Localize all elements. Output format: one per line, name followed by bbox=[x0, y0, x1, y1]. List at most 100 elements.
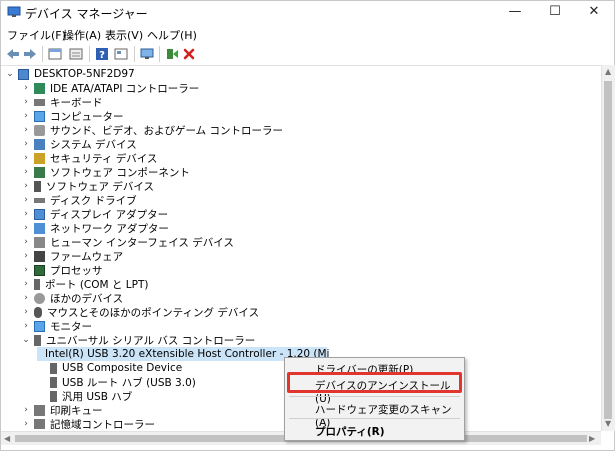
minimize-button[interactable]: — bbox=[495, 1, 535, 25]
vertical-scrollbar[interactable]: ▲ ▼ bbox=[601, 65, 615, 431]
forward-icon[interactable] bbox=[22, 46, 38, 62]
usb-device-row[interactable]: USB Composite Device bbox=[37, 361, 182, 375]
category-label: 印刷キュー bbox=[50, 404, 103, 417]
uninstall-icon[interactable] bbox=[181, 46, 197, 62]
chevron-right-icon[interactable]: › bbox=[21, 403, 31, 417]
category-label: ユニバーサル シリアル バス コントローラー bbox=[46, 334, 256, 347]
tree-category[interactable]: › ソフトウェア コンポーネント bbox=[21, 165, 190, 179]
device-label: 汎用 USB ハブ bbox=[62, 390, 133, 403]
scroll-left-icon[interactable]: ◀ bbox=[4, 434, 10, 443]
computer-icon bbox=[18, 68, 29, 80]
hid-icon bbox=[34, 236, 45, 248]
category-label: システム デバイス bbox=[50, 138, 137, 151]
svg-text:?: ? bbox=[99, 50, 105, 61]
close-button[interactable]: ✕ bbox=[574, 1, 614, 25]
chevron-down-icon[interactable]: ⌄ bbox=[5, 67, 15, 81]
chevron-right-icon[interactable]: › bbox=[21, 193, 31, 207]
system-device-icon bbox=[34, 138, 45, 150]
category-label: コンピューター bbox=[50, 110, 124, 123]
tree-category[interactable]: › サウンド、ビデオ、およびゲーム コントローラー bbox=[21, 123, 283, 137]
monitor-icon[interactable] bbox=[139, 46, 155, 62]
chevron-down-icon[interactable]: ⌄ bbox=[21, 333, 31, 347]
mouse-icon bbox=[34, 306, 42, 318]
software-device-icon bbox=[34, 180, 41, 192]
usb-device-row[interactable]: USB ルート ハブ (USB 3.0) bbox=[37, 375, 196, 389]
scroll-right-icon[interactable]: ▶ bbox=[589, 434, 595, 443]
chevron-right-icon[interactable]: › bbox=[21, 235, 31, 249]
tree-category[interactable]: › ヒューマン インターフェイス デバイス bbox=[21, 235, 234, 249]
back-icon[interactable] bbox=[5, 46, 21, 62]
menu-view[interactable]: 表示(V) bbox=[105, 27, 143, 43]
tree-category[interactable]: › ディスプレイ アダプター bbox=[21, 207, 168, 221]
category-label: ほかのデバイス bbox=[50, 292, 124, 305]
keyboard-icon bbox=[34, 98, 45, 106]
chevron-right-icon[interactable]: › bbox=[21, 151, 31, 165]
chevron-right-icon[interactable]: › bbox=[21, 81, 31, 95]
usb-icon bbox=[50, 362, 57, 374]
usb-device-row[interactable]: 汎用 USB ハブ bbox=[37, 389, 132, 403]
tree-category[interactable]: › セキュリティ デバイス bbox=[21, 151, 157, 165]
chevron-right-icon[interactable]: › bbox=[21, 165, 31, 179]
network-adapter-icon bbox=[34, 222, 45, 234]
tree-category[interactable]: › ファームウェア bbox=[21, 249, 123, 263]
chevron-right-icon[interactable]: › bbox=[21, 95, 31, 109]
root-label: DESKTOP-5NF2D97 bbox=[34, 68, 135, 80]
view-icon[interactable] bbox=[113, 46, 129, 62]
maximize-button[interactable]: ☐ bbox=[535, 1, 575, 25]
chevron-right-icon[interactable]: › bbox=[21, 263, 31, 277]
window-title: デバイス マネージャー bbox=[25, 7, 148, 21]
properties-icon[interactable] bbox=[47, 46, 63, 62]
vertical-scroll-thumb[interactable] bbox=[604, 81, 612, 419]
tree-root[interactable]: ⌄ DESKTOP-5NF2D97 bbox=[5, 67, 135, 81]
menu-file[interactable]: ファイル(F) bbox=[7, 27, 66, 43]
category-label: IDE ATA/ATAPI コントローラー bbox=[50, 82, 200, 95]
tree-category[interactable]: › ディスク ドライブ bbox=[21, 193, 136, 207]
chevron-right-icon[interactable]: › bbox=[21, 305, 31, 319]
category-label: ディスプレイ アダプター bbox=[50, 208, 169, 221]
menu-action[interactable]: 操作(A) bbox=[63, 27, 101, 43]
tree-category[interactable]: › ソフトウェア デバイス bbox=[21, 179, 154, 193]
toolbar-separator bbox=[42, 46, 43, 62]
tree-category[interactable]: › マウスとそのほかのポインティング デバイス bbox=[21, 305, 259, 319]
tree-category[interactable]: › モニター bbox=[21, 319, 92, 333]
port-icon bbox=[34, 278, 40, 290]
highlight-box bbox=[287, 372, 462, 393]
scroll-down-icon[interactable]: ▼ bbox=[605, 419, 611, 428]
chevron-right-icon[interactable]: › bbox=[21, 319, 31, 333]
category-label: モニター bbox=[50, 320, 92, 333]
tree-category[interactable]: › ポート (COM と LPT) bbox=[21, 277, 148, 291]
security-device-icon bbox=[34, 152, 45, 164]
chevron-right-icon[interactable]: › bbox=[21, 277, 31, 291]
tree-category[interactable]: › 印刷キュー bbox=[21, 403, 103, 417]
chevron-right-icon[interactable]: › bbox=[21, 249, 31, 263]
properties-menu-item[interactable]: プロパティ(R) bbox=[315, 424, 385, 439]
tree-category[interactable]: › IDE ATA/ATAPI コントローラー bbox=[21, 81, 199, 95]
update-driver-icon[interactable] bbox=[164, 46, 180, 62]
tree-category[interactable]: › ネットワーク アダプター bbox=[21, 221, 169, 235]
help-icon[interactable]: ? bbox=[94, 46, 110, 62]
chevron-right-icon[interactable]: › bbox=[21, 417, 31, 429]
category-label: プロセッサ bbox=[50, 264, 103, 277]
chevron-right-icon[interactable]: › bbox=[21, 291, 31, 305]
speaker-icon bbox=[34, 124, 45, 136]
menu-help[interactable]: ヘルプ(H) bbox=[147, 27, 197, 43]
chevron-right-icon[interactable]: › bbox=[21, 207, 31, 221]
tree-category-usb[interactable]: ⌄ ユニバーサル シリアル バス コントローラー bbox=[21, 333, 255, 347]
tree-category[interactable]: › システム デバイス bbox=[21, 137, 137, 151]
scroll-up-icon[interactable]: ▲ bbox=[605, 67, 611, 76]
chevron-right-icon[interactable]: › bbox=[21, 109, 31, 123]
chevron-right-icon[interactable]: › bbox=[21, 137, 31, 151]
tree-category[interactable]: › プロセッサ bbox=[21, 263, 103, 277]
usb-controller-icon bbox=[34, 334, 41, 346]
chevron-right-icon[interactable]: › bbox=[21, 179, 31, 193]
tree-category[interactable]: › キーボード bbox=[21, 95, 102, 109]
show-hidden-icon[interactable] bbox=[68, 46, 84, 62]
toolbar: ? bbox=[1, 43, 614, 66]
tree-category[interactable]: › 記憶域コントローラー bbox=[21, 417, 155, 429]
firmware-icon bbox=[34, 250, 45, 262]
category-label: ファームウェア bbox=[50, 250, 124, 263]
chevron-right-icon[interactable]: › bbox=[21, 123, 31, 137]
chevron-right-icon[interactable]: › bbox=[21, 221, 31, 235]
tree-category[interactable]: › ほかのデバイス bbox=[21, 291, 123, 305]
tree-category[interactable]: › コンピューター bbox=[21, 109, 124, 123]
